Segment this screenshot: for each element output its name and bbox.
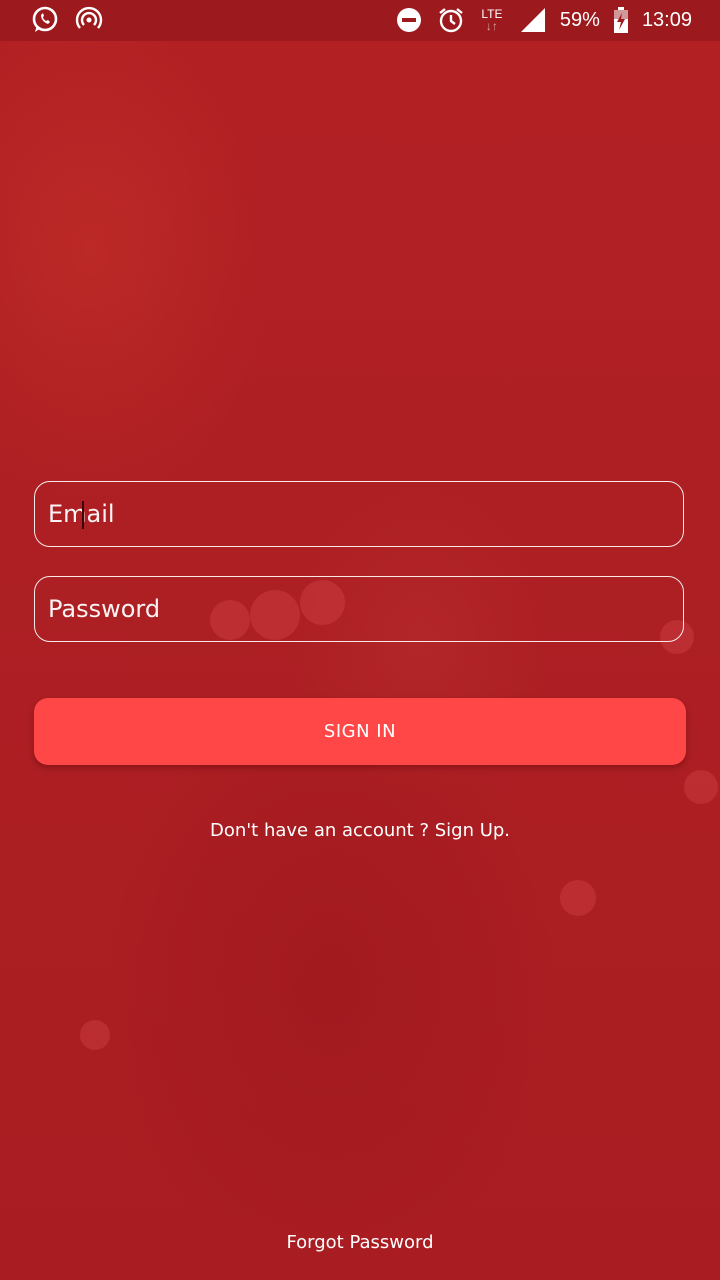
- do-not-disturb-icon: [394, 5, 424, 35]
- whatsapp-icon: [30, 5, 60, 35]
- email-field-container: [34, 481, 684, 547]
- signal-icon: [518, 5, 548, 35]
- status-bar: LTE ↓↑ 59% 13:09: [0, 0, 720, 41]
- clock: 13:09: [641, 8, 692, 31]
- battery-percent: 59%: [559, 8, 600, 31]
- email-input[interactable]: [35, 482, 683, 546]
- password-field-container: [34, 576, 684, 642]
- lte-icon: LTE ↓↑: [481, 7, 503, 33]
- password-input[interactable]: [35, 577, 683, 641]
- alarm-icon: [436, 5, 466, 35]
- text-cursor: [82, 501, 84, 529]
- sign-in-button[interactable]: SIGN IN: [34, 698, 686, 765]
- bokeh-light: [684, 770, 718, 804]
- battery-charging-icon: [612, 5, 630, 35]
- data-arrows-icon: ↓↑: [485, 19, 498, 33]
- bokeh-light: [560, 880, 596, 916]
- bokeh-light: [80, 1020, 110, 1050]
- hotspot-icon: [74, 5, 104, 35]
- forgot-password-link[interactable]: Forgot Password: [0, 1232, 720, 1253]
- sign-up-link[interactable]: Don't have an account ? Sign Up.: [0, 820, 720, 841]
